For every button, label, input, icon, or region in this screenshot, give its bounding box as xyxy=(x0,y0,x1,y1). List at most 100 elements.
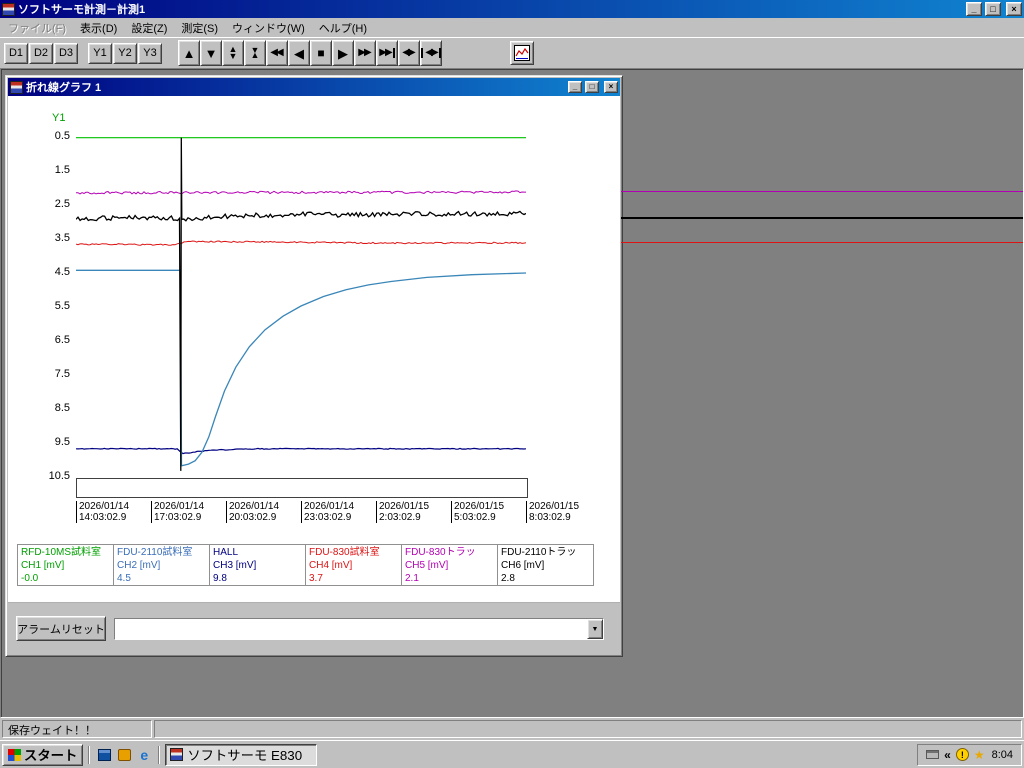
main-title-bar[interactable]: ソフトサーモ計測－計測1 _ □ × xyxy=(0,0,1024,18)
series-CH2-line xyxy=(76,269,526,467)
quick-launch-show-desktop-icon[interactable] xyxy=(95,746,113,764)
line-graph-window-button[interactable] xyxy=(510,41,534,65)
y-tick-label: 0.5 xyxy=(54,130,70,142)
repaint-artifact-line xyxy=(621,191,1023,192)
legend-channel-name: FDU-2110試料室 xyxy=(117,547,193,558)
toolbar-y2-button[interactable]: Y2 xyxy=(113,42,137,64)
menu-window[interactable]: ウィンドウ(W) xyxy=(225,18,312,38)
printer-icon[interactable] xyxy=(926,750,940,759)
double-right-icon: ▶▶ xyxy=(358,47,371,58)
x-axis-ticks: 2026/01/14 14:03:02.9 2026/01/14 17:03:02.9… xyxy=(8,501,620,525)
stop-square-icon: ■ xyxy=(317,46,325,60)
quick-launch-internet-explorer-icon[interactable]: e xyxy=(135,746,153,764)
toolbar-y1-button[interactable]: Y1 xyxy=(88,42,112,64)
y-tick-label: 4.5 xyxy=(54,266,70,278)
y-tick-label: 6.5 xyxy=(54,334,70,346)
menu-view[interactable]: 表示(D) xyxy=(73,18,124,38)
x-tick-time: 23:03:02.9 xyxy=(304,512,352,523)
legend-channel-value: 2.1 xyxy=(405,573,419,584)
full-range-button[interactable]: ◀▶ xyxy=(420,40,442,66)
window-title: ソフトサーモ計測－計測1 xyxy=(18,4,146,16)
alarm-combobox-value[interactable] xyxy=(115,619,587,639)
dropdown-arrow-icon: ▼ xyxy=(591,625,599,633)
x-tick-date: 2026/01/14 xyxy=(304,501,355,512)
fast-rewind-button[interactable]: ◀◀ xyxy=(266,40,288,66)
alarm-reset-button[interactable]: アラームリセット xyxy=(16,616,106,641)
toolbar-d1-button[interactable]: D1 xyxy=(4,42,28,64)
toolbar-d3-button[interactable]: D3 xyxy=(54,42,78,64)
series-CH5-line xyxy=(76,190,526,195)
wait-button[interactable]: ▼ ▲ xyxy=(244,40,266,66)
x-tick-label: 2026/01/14 20:03:02.9 xyxy=(226,501,279,523)
step-forward-button[interactable]: ▶ xyxy=(332,40,354,66)
expand-vertical-button[interactable]: ▲ ▼ xyxy=(222,40,244,66)
maximize-button[interactable]: □ xyxy=(985,2,1001,16)
graph-window-title-bar[interactable]: 折れ線グラフ 1 _ □ × xyxy=(8,78,620,96)
toolbar-y3-button[interactable]: Y3 xyxy=(138,42,162,64)
x-tick-label: 2026/01/15 2:03:02.9 xyxy=(376,501,429,523)
scroll-up-button[interactable]: ▲ xyxy=(178,40,200,66)
double-left-icon: ◀◀ xyxy=(270,47,283,58)
legend-channel-value: 4.5 xyxy=(117,573,131,584)
left-icon: ◀ xyxy=(294,45,304,61)
x-tick-time: 14:03:02.9 xyxy=(79,512,127,523)
toolbar-d2-button[interactable]: D2 xyxy=(29,42,53,64)
menu-settings[interactable]: 設定(Z) xyxy=(124,18,174,38)
y-axis-name: Y1 xyxy=(52,112,66,124)
close-button[interactable]: × xyxy=(1006,2,1022,16)
plot-area[interactable] xyxy=(76,136,526,476)
taskbar-clock: 8:04 xyxy=(991,748,1013,761)
range-cursor-button[interactable]: ◀▶ xyxy=(398,40,420,66)
legend-channel-3: HALL CH3 [mV] 9.8 xyxy=(209,544,306,586)
menu-file[interactable]: ファイル(F) xyxy=(1,18,73,38)
x-tick-date: 2026/01/14 xyxy=(79,501,130,512)
repaint-artifact-line xyxy=(621,242,1023,243)
start-label: スタート xyxy=(24,748,78,763)
start-button[interactable]: スタート xyxy=(2,743,84,766)
quick-launch-channels-icon[interactable] xyxy=(115,746,133,764)
minimize-button[interactable]: _ xyxy=(966,2,982,16)
arrow-down-icon: ▼ xyxy=(204,45,218,61)
series-CH4-line xyxy=(76,240,526,246)
skip-to-end-button[interactable]: ▶▶ xyxy=(376,40,398,66)
legend-channel-id: CH4 [mV] xyxy=(309,560,353,571)
graph-minimize-button[interactable]: _ xyxy=(568,81,582,93)
desktop: ソフトサーモ計測－計測1 _ □ × ファイル(F) 表示(D) 設定(Z) 測定(S… xyxy=(0,0,1024,768)
combobox-dropdown-button[interactable]: ▼ xyxy=(587,619,603,639)
legend-channel-value: 2.8 xyxy=(501,573,515,584)
legend-channel-name: RFD-10MS試料室 xyxy=(21,547,102,558)
scroll-down-button[interactable]: ▼ xyxy=(200,40,222,66)
step-back-button[interactable]: ◀ xyxy=(288,40,310,66)
arrows-up-down-icon: ▲ ▼ xyxy=(228,44,238,61)
left-right-icon: ◀▶ xyxy=(402,47,415,58)
y-tick-label: 8.5 xyxy=(54,402,70,414)
graph-close-button[interactable]: × xyxy=(604,81,618,93)
menu-help[interactable]: ヘルプ(H) xyxy=(312,18,374,38)
update-alert-icon[interactable]: ! xyxy=(955,748,969,761)
y-tick-label: 1.5 xyxy=(54,164,70,176)
double-right-bar-icon: ▶▶ xyxy=(379,48,395,58)
task-label: ソフトサーモ E830 xyxy=(187,748,303,763)
legend-channel-value: 3.7 xyxy=(309,573,323,584)
series-CH6-line xyxy=(76,137,526,471)
stop-button[interactable]: ■ xyxy=(310,40,332,66)
collapse-chevron-icon[interactable]: « xyxy=(944,749,951,761)
graph-window-title: 折れ線グラフ 1 xyxy=(26,82,102,94)
quick-launch-bar: e xyxy=(95,746,153,764)
alarm-combobox[interactable]: ▼ xyxy=(114,618,604,640)
y-tick-label: 2.5 xyxy=(54,198,70,210)
bar-left-right-bar-icon: ◀▶ xyxy=(421,48,441,58)
alarm-strip: アラームリセット ▼ xyxy=(8,602,620,654)
graph-maximize-button[interactable]: □ xyxy=(585,81,599,93)
main-window: ソフトサーモ計測－計測1 _ □ × ファイル(F) 表示(D) 設定(Z) 測定(S… xyxy=(0,0,1024,740)
time-scroll-box[interactable] xyxy=(76,478,528,498)
x-tick-label: 2026/01/14 14:03:02.9 xyxy=(76,501,129,523)
legend-channel-id: CH1 [mV] xyxy=(21,560,65,571)
favorites-star-icon[interactable]: ★ xyxy=(974,749,985,761)
menu-measurement[interactable]: 測定(S) xyxy=(174,18,225,38)
task-button-softthermo[interactable]: ソフトサーモ E830 xyxy=(165,743,318,766)
fast-forward-button[interactable]: ▶▶ xyxy=(354,40,376,66)
series-CH3-line xyxy=(76,447,526,455)
legend-channel-value: 9.8 xyxy=(213,573,227,584)
windows-logo-icon xyxy=(8,748,21,761)
